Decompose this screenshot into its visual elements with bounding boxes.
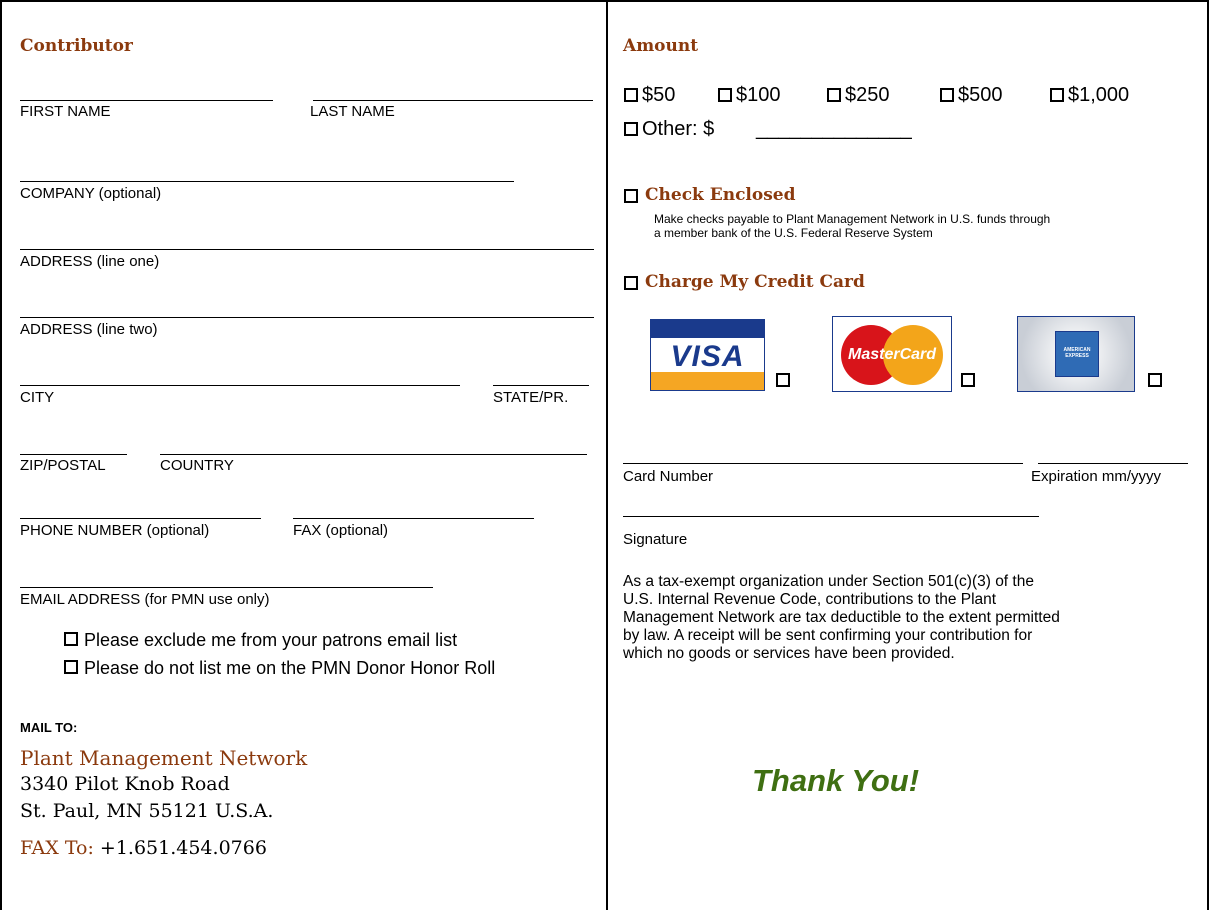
visa-checkbox[interactable] (776, 373, 790, 387)
mastercard-checkbox[interactable] (961, 373, 975, 387)
mail-city: St. Paul, MN 55121 U.S.A. (20, 800, 274, 822)
visa-gold-band (651, 372, 764, 390)
check-note-line1: Make checks payable to Plant Management … (654, 212, 1051, 226)
contributor-heading: Contributor (20, 36, 133, 56)
zip-field[interactable] (20, 454, 127, 455)
state-label: STATE/PR. (493, 389, 569, 406)
card-number-field[interactable] (623, 463, 1023, 464)
amount-heading: Amount (623, 36, 699, 56)
visa-wordmark: VISA (670, 340, 745, 373)
amount-100-checkbox[interactable] (718, 88, 732, 102)
exclude-email-checkbox[interactable] (64, 632, 78, 646)
company-label: COMPANY (optional) (20, 185, 162, 202)
amount-other-checkbox[interactable] (624, 122, 638, 136)
check-note-line2: a member bank of the U.S. Federal Reserv… (654, 226, 933, 240)
credit-card-heading: Charge My Credit Card (645, 272, 865, 292)
amount-500-label: $500 (958, 84, 1003, 106)
email-field[interactable] (20, 587, 433, 588)
phone-field[interactable] (20, 518, 261, 519)
amount-50-checkbox[interactable] (624, 88, 638, 102)
city-label: CITY (20, 389, 55, 406)
mail-org-name: Plant Management Network (20, 746, 308, 770)
amount-50-label: $50 (642, 84, 676, 106)
check-enclosed-checkbox[interactable] (624, 189, 638, 203)
amount-other-blank[interactable]: ______________ (756, 117, 912, 141)
check-enclosed-heading: Check Enclosed (645, 185, 796, 205)
mail-to-label: MAIL TO: (20, 720, 78, 735)
thank-you-text: Thank You! (752, 763, 920, 798)
amount-500-checkbox[interactable] (940, 88, 954, 102)
amount-250-checkbox[interactable] (827, 88, 841, 102)
first-name-field[interactable] (20, 100, 273, 101)
fax-field[interactable] (293, 518, 534, 519)
tax-line3: Management Network are tax deductible to… (623, 609, 1060, 626)
last-name-field[interactable] (313, 100, 593, 101)
signature-field[interactable] (623, 516, 1039, 517)
visa-blue-band (651, 320, 764, 338)
fax-label: FAX (optional) (293, 522, 389, 539)
mail-street: 3340 Pilot Knob Road (20, 773, 230, 795)
credit-card-checkbox[interactable] (624, 276, 638, 290)
country-label: COUNTRY (160, 457, 234, 474)
tax-line5: which no goods or services have been pro… (623, 645, 955, 662)
tax-line2: U.S. Internal Revenue Code, contribution… (623, 591, 997, 608)
no-honor-roll-label: Please do not list me on the PMN Donor H… (84, 658, 496, 678)
company-field[interactable] (20, 181, 514, 182)
fax-to-line: FAX To: +1.651.454.0766 (20, 837, 267, 859)
state-field[interactable] (493, 385, 589, 386)
amount-100-label: $100 (736, 84, 781, 106)
amount-1000-checkbox[interactable] (1050, 88, 1064, 102)
tax-line1: As a tax-exempt organization under Secti… (623, 573, 1034, 590)
card-number-label: Card Number (623, 468, 714, 485)
expiration-field[interactable] (1038, 463, 1188, 464)
visa-logo: VISA (650, 319, 765, 391)
amex-checkbox[interactable] (1148, 373, 1162, 387)
fax-to-label: FAX To: (20, 837, 94, 859)
address2-label: ADDRESS (line two) (20, 321, 158, 338)
address2-field[interactable] (20, 317, 594, 318)
email-label: EMAIL ADDRESS (for PMN use only) (20, 591, 270, 608)
no-honor-roll-checkbox[interactable] (64, 660, 78, 674)
column-divider (606, 0, 608, 910)
exclude-email-label: Please exclude me from your patrons emai… (84, 630, 458, 650)
zip-label: ZIP/POSTAL (20, 457, 106, 474)
expiration-label: Expiration mm/yyyy (1031, 468, 1162, 485)
address1-field[interactable] (20, 249, 594, 250)
signature-label: Signature (623, 531, 688, 548)
amex-wordmark: AMERICAN EXPRESS (1063, 347, 1091, 359)
city-field[interactable] (20, 385, 460, 386)
amount-1000-label: $1,000 (1068, 84, 1130, 106)
mastercard-logo: MasterCard (832, 316, 952, 392)
fax-to-number: +1.651.454.0766 (99, 837, 267, 859)
amex-logo: AMERICAN EXPRESS (1017, 316, 1135, 392)
phone-label: PHONE NUMBER (optional) (20, 522, 210, 539)
last-name-label: LAST NAME (310, 103, 395, 120)
left-border (0, 0, 2, 910)
mastercard-wordmark: MasterCard (847, 346, 937, 363)
amex-blue-box: AMERICAN EXPRESS (1055, 331, 1099, 377)
address1-label: ADDRESS (line one) (20, 253, 160, 270)
amount-250-label: $250 (845, 84, 890, 106)
amount-other-label: Other: $ (642, 118, 715, 140)
country-field[interactable] (160, 454, 587, 455)
top-border (0, 0, 1209, 2)
first-name-label: FIRST NAME (20, 103, 111, 120)
tax-line4: by law. A receipt will be sent confirmin… (623, 627, 1033, 644)
